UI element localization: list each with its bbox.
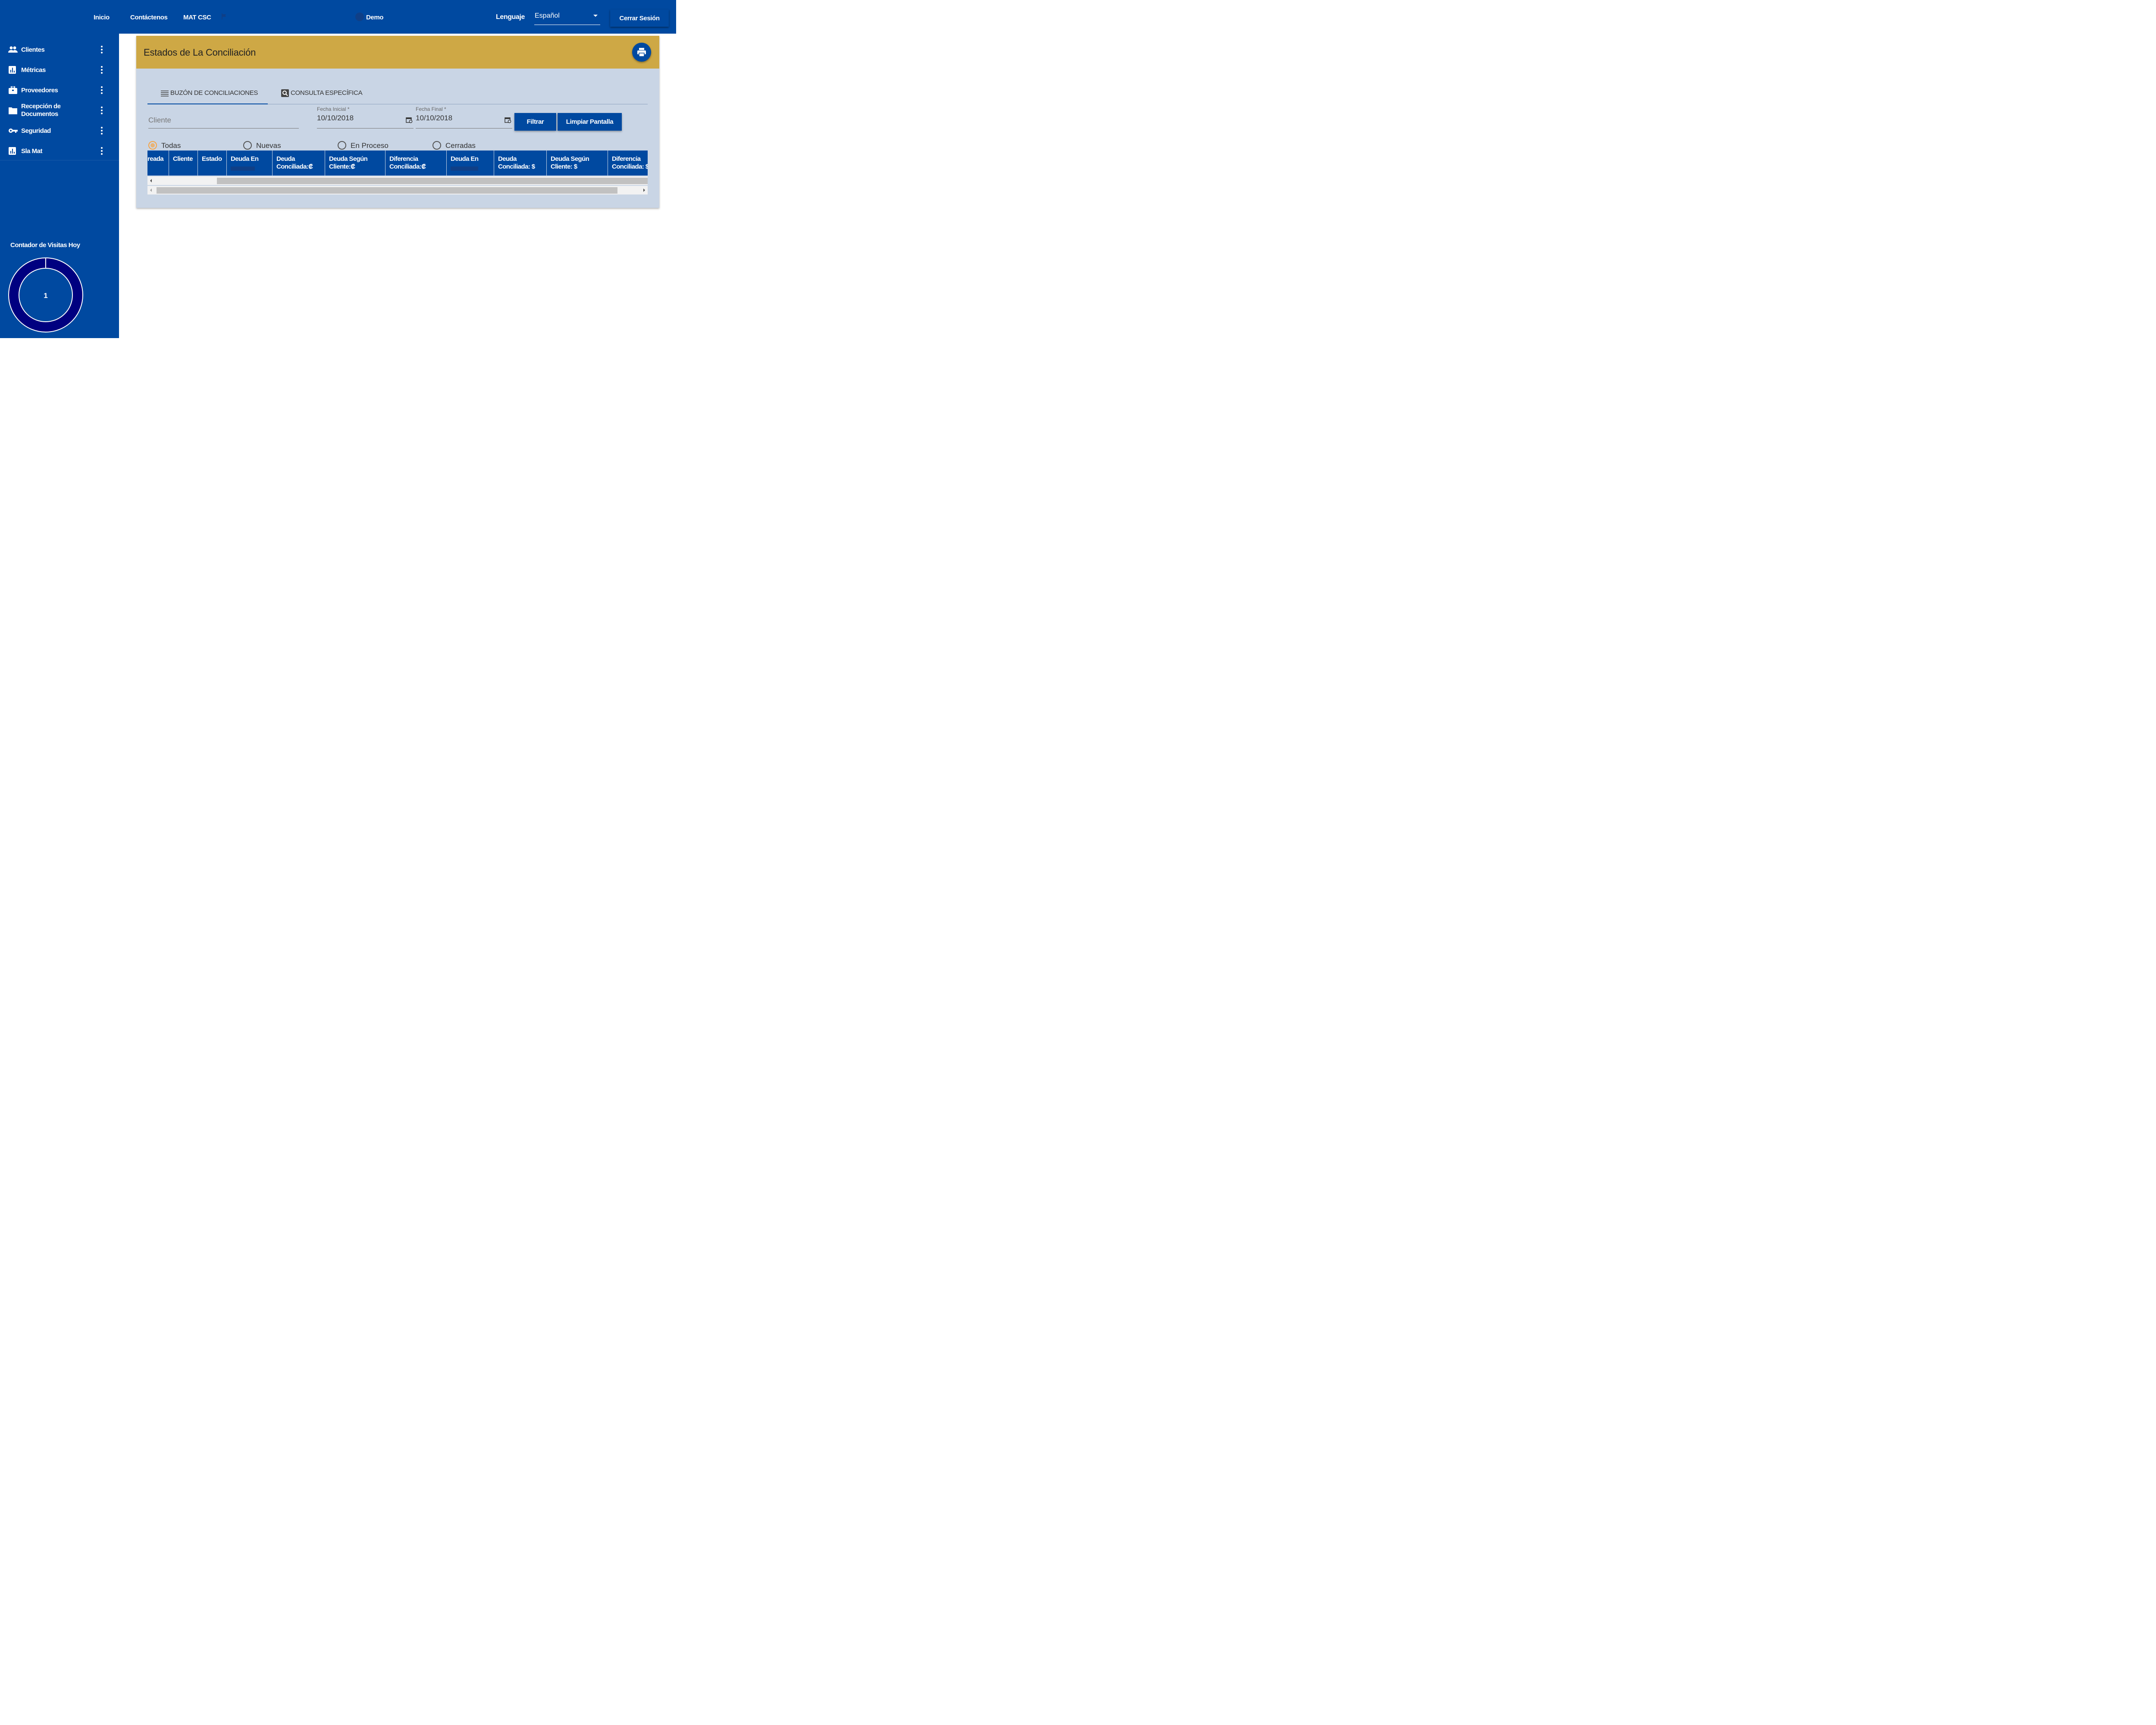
sidebar-item-label: Seguridad [21,127,51,135]
column-header[interactable]: reada [147,151,169,176]
bar-chart-icon [9,147,16,155]
end-date-label: Fecha Final * [416,106,446,112]
column-header[interactable]: Estado [197,151,226,176]
sidebar-item-metricas[interactable]: Métricas [0,61,119,78]
visits-counter-title: Contador de Visitas Hoy [10,242,80,249]
scroll-right-icon[interactable] [643,188,645,192]
language-select[interactable]: Español [534,11,600,25]
top-navbar: Inicio Contáctenos MAT CSC Demo Lenguaje… [0,0,676,34]
client-input[interactable] [148,113,299,129]
sidebar-item-label: Recepción de Documentos [21,103,61,118]
end-date-value: 10/10/2018 [416,114,453,122]
account-icon [355,13,364,21]
start-date-value: 10/10/2018 [317,114,354,122]
radio-label: Cerradas [445,141,476,150]
bar-chart-icon [9,66,16,74]
scrollbar-thumb[interactable] [217,178,648,184]
radio-circle [243,141,252,150]
page-title: Estados de La Conciliación [144,47,256,58]
scrollbar-thumb[interactable] [157,187,617,194]
column-header[interactable]: Deuda Según Cliente: $ [546,151,608,176]
nav-inicio[interactable]: Inicio [94,14,110,21]
radio-circle [148,141,157,150]
more-vert-icon[interactable] [100,66,103,74]
column-header[interactable]: Diferencia Conciliada:₡ [385,151,446,176]
folder-icon [9,107,17,114]
more-vert-icon[interactable] [100,45,103,54]
tab-label: CONSULTA ESPECÍFICA [291,89,363,97]
reconciliation-card: Estados de La Conciliación BUZÓN DE CONC… [136,36,659,208]
list-icon [161,91,169,97]
visits-donut-chart: 1 [8,257,83,332]
clear-screen-button[interactable]: Limpiar Pantalla [558,113,622,131]
radio-label: Todas [161,141,181,150]
end-date-field[interactable]: Fecha Final * 10/10/2018 [416,106,512,129]
reconciliation-table-header: reada Cliente Estado Deuda En Deuda Conci… [147,151,648,176]
people-icon [8,46,18,53]
table-scrollbar[interactable] [147,186,648,194]
sidebar-item-proveedores[interactable]: Proveedores [0,82,119,99]
sidebar-item-label: Sla Mat [21,147,43,155]
sidebar-item-label: Clientes [21,46,45,53]
column-header[interactable]: Deuda Conciliada: $ [494,151,546,176]
nav-contactenos[interactable]: Contáctenos [130,14,168,21]
sidebar: Clientes Métricas Proveedores Recepción … [0,34,119,338]
column-header[interactable]: Deuda En [446,151,494,176]
more-vert-icon[interactable] [100,86,103,94]
user-name[interactable]: Demo [366,14,383,21]
search-document-icon [281,89,289,97]
key-icon [9,129,18,133]
underline [416,128,512,129]
visits-count: 1 [44,292,47,300]
logout-button[interactable]: Cerrar Sesión [610,9,669,27]
sidebar-item-label: Proveedores [21,87,58,94]
print-icon [637,48,646,57]
sidebar-item-label: Métricas [21,66,46,74]
language-value: Español [535,12,560,19]
sidebar-item-clientes[interactable]: Clientes [0,41,119,58]
calendar-icon[interactable] [505,116,511,123]
radio-circle [432,141,441,150]
radio-circle [338,141,346,150]
sidebar-item-recepcion-documentos[interactable]: Recepción de Documentos [0,102,119,119]
more-vert-icon[interactable] [100,147,103,155]
table-scrollbar[interactable] [147,176,648,185]
underline [317,128,414,129]
more-vert-icon[interactable] [100,106,103,115]
card-header: Estados de La Conciliación [136,36,659,69]
dropdown-arrow-icon [593,15,598,17]
print-button[interactable] [632,43,651,62]
column-header[interactable]: Deuda En [226,151,272,176]
start-date-label: Fecha Inicial * [317,106,350,112]
start-date-field[interactable]: Fecha Inicial * 10/10/2018 [317,106,414,129]
column-header[interactable]: Cliente [169,151,197,176]
column-header[interactable]: Deuda Según Cliente:₡ [325,151,385,176]
radio-label: En Proceso [351,141,389,150]
radio-label: Nuevas [256,141,281,150]
more-vert-icon[interactable] [100,126,103,135]
nav-mat-csc[interactable]: MAT CSC [183,14,211,21]
column-header[interactable]: Deuda Conciliada:₡ [272,151,325,176]
tab-label: BUZÓN DE CONCILIACIONES [170,89,258,97]
column-header[interactable]: Diferencia Conciliada: $ [608,151,648,176]
briefcase-icon [9,86,17,94]
scroll-left-icon[interactable] [150,179,152,182]
flag-icon[interactable] [221,13,228,20]
sidebar-item-sla-mat[interactable]: Sla Mat [0,142,119,160]
sidebar-item-seguridad[interactable]: Seguridad [0,122,119,139]
calendar-icon[interactable] [406,116,413,123]
language-label: Lenguaje [496,13,525,21]
filter-button[interactable]: Filtrar [514,113,556,131]
scroll-left-icon[interactable] [150,188,152,192]
